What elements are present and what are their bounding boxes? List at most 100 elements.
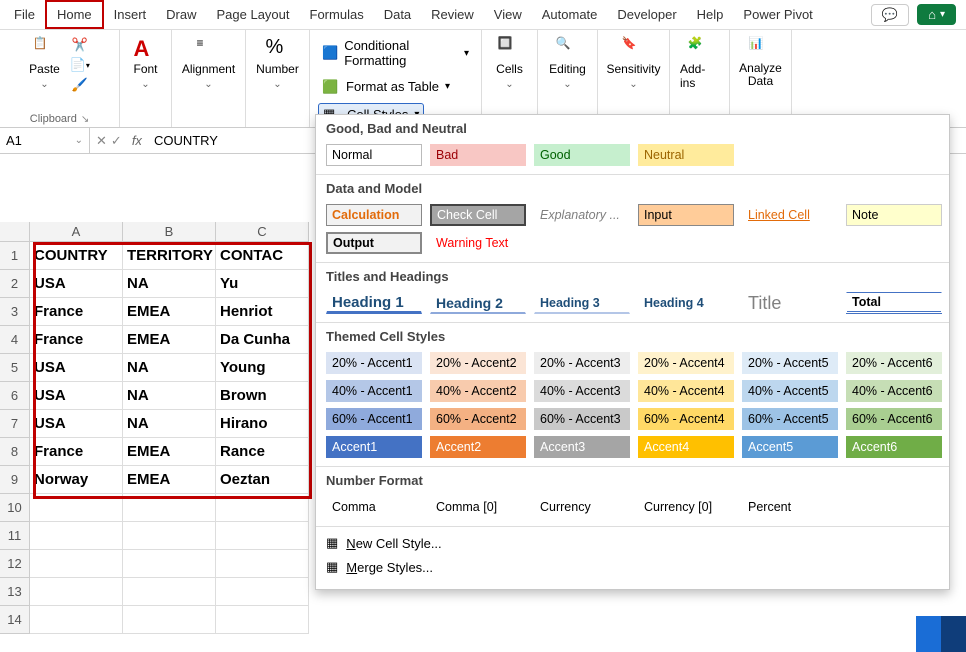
clipboard-launcher-icon[interactable]: ↘ bbox=[81, 114, 89, 125]
style-themed[interactable]: 40% - Accent6 bbox=[846, 380, 942, 402]
style-accent[interactable]: Accent2 bbox=[430, 436, 526, 458]
taskbar-item-2[interactable] bbox=[941, 616, 966, 652]
row-header[interactable]: 3 bbox=[0, 298, 30, 326]
cell[interactable]: Norway bbox=[30, 466, 123, 494]
style-themed[interactable]: 60% - Accent6 bbox=[846, 408, 942, 430]
cell[interactable]: Brown bbox=[216, 382, 309, 410]
alignment-button[interactable]: ≡ Alignment bbox=[180, 34, 237, 92]
cell[interactable] bbox=[216, 522, 309, 550]
addins-button[interactable]: 🧩 Add-ins bbox=[678, 34, 721, 92]
number-button[interactable]: % Number bbox=[254, 34, 301, 92]
style-title[interactable]: Title bbox=[742, 292, 838, 314]
cell[interactable]: EMEA bbox=[123, 438, 216, 466]
style-themed[interactable]: 20% - Accent3 bbox=[534, 352, 630, 374]
style-comma0[interactable]: Comma [0] bbox=[430, 496, 526, 518]
style-themed[interactable]: 60% - Accent1 bbox=[326, 408, 422, 430]
cell[interactable]: TERRITORY bbox=[123, 242, 216, 270]
style-themed[interactable]: 20% - Accent4 bbox=[638, 352, 734, 374]
cell[interactable]: Da Cunha bbox=[216, 326, 309, 354]
format-as-table-button[interactable]: 🟩 Format as Table ▾ bbox=[318, 77, 454, 97]
style-output[interactable]: Output bbox=[326, 232, 422, 254]
fx-icon[interactable]: fx bbox=[128, 133, 146, 148]
row-header[interactable]: 14 bbox=[0, 606, 30, 634]
cell[interactable]: NA bbox=[123, 270, 216, 298]
style-themed[interactable]: 60% - Accent4 bbox=[638, 408, 734, 430]
cell[interactable]: Young bbox=[216, 354, 309, 382]
row-header[interactable]: 7 bbox=[0, 410, 30, 438]
tab-draw[interactable]: Draw bbox=[156, 0, 206, 29]
cell[interactable] bbox=[123, 578, 216, 606]
tab-review[interactable]: Review bbox=[421, 0, 484, 29]
cell[interactable] bbox=[30, 522, 123, 550]
cell[interactable]: USA bbox=[30, 410, 123, 438]
col-header[interactable]: C bbox=[216, 222, 309, 242]
tab-data[interactable]: Data bbox=[374, 0, 421, 29]
style-linked-cell[interactable]: Linked Cell bbox=[742, 204, 838, 226]
style-themed[interactable]: 40% - Accent4 bbox=[638, 380, 734, 402]
style-heading2[interactable]: Heading 2 bbox=[430, 292, 526, 314]
cell[interactable]: Henriot bbox=[216, 298, 309, 326]
style-warning-text[interactable]: Warning Text bbox=[430, 232, 526, 254]
sensitivity-button[interactable]: 🔖 Sensitivity bbox=[604, 34, 662, 92]
cell[interactable] bbox=[30, 606, 123, 634]
style-heading3[interactable]: Heading 3 bbox=[534, 292, 630, 314]
row-header[interactable]: 11 bbox=[0, 522, 30, 550]
cell[interactable] bbox=[123, 494, 216, 522]
cell[interactable]: NA bbox=[123, 382, 216, 410]
style-explanatory[interactable]: Explanatory ... bbox=[534, 204, 630, 226]
new-cell-style-button[interactable]: ▦ New Cell Style... bbox=[326, 531, 939, 555]
style-themed[interactable]: 40% - Accent1 bbox=[326, 380, 422, 402]
paste-button[interactable]: 📋 Paste bbox=[27, 34, 62, 92]
row-header[interactable]: 9 bbox=[0, 466, 30, 494]
cell[interactable] bbox=[30, 494, 123, 522]
editing-button[interactable]: 🔍 Editing bbox=[547, 34, 588, 92]
tab-developer[interactable]: Developer bbox=[607, 0, 686, 29]
tab-home[interactable]: Home bbox=[45, 0, 104, 29]
cancel-formula-icon[interactable]: ✕ bbox=[96, 133, 107, 149]
cell[interactable] bbox=[30, 578, 123, 606]
cell[interactable] bbox=[123, 522, 216, 550]
tab-power-pivot[interactable]: Power Pivot bbox=[733, 0, 822, 29]
tab-help[interactable]: Help bbox=[687, 0, 734, 29]
col-header[interactable]: A bbox=[30, 222, 123, 242]
cells-button[interactable]: 🔲 Cells bbox=[494, 34, 525, 92]
cell[interactable]: Oeztan bbox=[216, 466, 309, 494]
cell[interactable] bbox=[216, 550, 309, 578]
cell[interactable]: USA bbox=[30, 382, 123, 410]
tab-page-layout[interactable]: Page Layout bbox=[207, 0, 300, 29]
comments-button[interactable]: 💬 bbox=[871, 4, 909, 26]
col-header[interactable]: B bbox=[123, 222, 216, 242]
style-themed[interactable]: 20% - Accent6 bbox=[846, 352, 942, 374]
style-themed[interactable]: 60% - Accent2 bbox=[430, 408, 526, 430]
tab-insert[interactable]: Insert bbox=[104, 0, 157, 29]
cell[interactable] bbox=[216, 578, 309, 606]
row-header[interactable]: 6 bbox=[0, 382, 30, 410]
style-check-cell[interactable]: Check Cell bbox=[430, 204, 526, 226]
row-header[interactable]: 10 bbox=[0, 494, 30, 522]
cell[interactable]: EMEA bbox=[123, 298, 216, 326]
row-header[interactable]: 12 bbox=[0, 550, 30, 578]
style-input[interactable]: Input bbox=[638, 204, 734, 226]
style-accent[interactable]: Accent3 bbox=[534, 436, 630, 458]
cell[interactable]: EMEA bbox=[123, 326, 216, 354]
font-button[interactable]: A Font bbox=[131, 34, 159, 92]
tab-file[interactable]: File bbox=[4, 0, 45, 29]
style-currency0[interactable]: Currency [0] bbox=[638, 496, 734, 518]
analyze-button[interactable]: 📊 Analyze Data bbox=[737, 34, 784, 90]
style-themed[interactable]: 40% - Accent3 bbox=[534, 380, 630, 402]
cell[interactable]: France bbox=[30, 326, 123, 354]
style-accent[interactable]: Accent5 bbox=[742, 436, 838, 458]
row-header[interactable]: 8 bbox=[0, 438, 30, 466]
cell[interactable]: Rance bbox=[216, 438, 309, 466]
style-themed[interactable]: 40% - Accent5 bbox=[742, 380, 838, 402]
cell[interactable]: France bbox=[30, 298, 123, 326]
cell[interactable]: EMEA bbox=[123, 466, 216, 494]
style-themed[interactable]: 60% - Accent5 bbox=[742, 408, 838, 430]
style-themed[interactable]: 20% - Accent2 bbox=[430, 352, 526, 374]
cell[interactable]: USA bbox=[30, 270, 123, 298]
name-box[interactable]: A1 ⌄ bbox=[0, 128, 90, 153]
style-percent[interactable]: Percent bbox=[742, 496, 838, 518]
share-button[interactable]: ⌂ ▾ bbox=[917, 4, 956, 25]
tab-formulas[interactable]: Formulas bbox=[300, 0, 374, 29]
chevron-down-icon[interactable]: ⌄ bbox=[75, 135, 83, 146]
